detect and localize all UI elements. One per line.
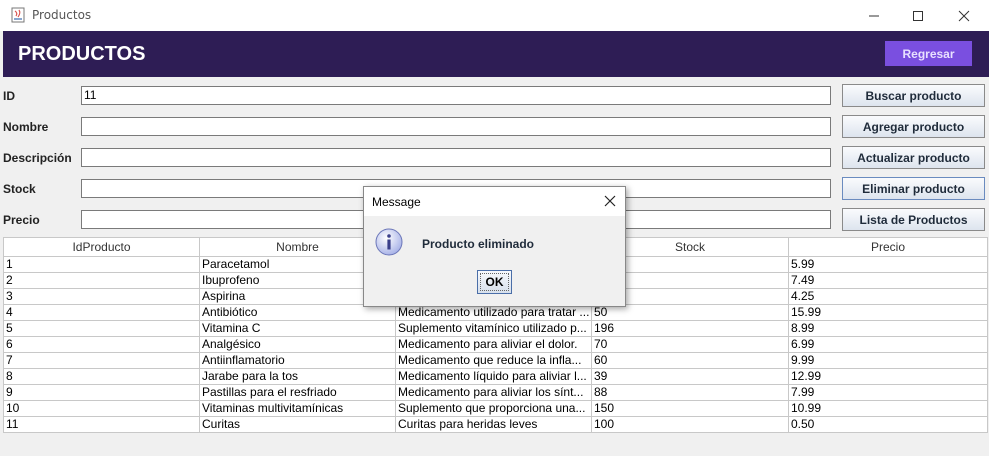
table-row[interactable]: 11 Curitas Curitas para heridas leves 100 0.… (3, 416, 988, 433)
cell-descripcion: Medicamento líquido para aliviar l... (395, 368, 592, 385)
nombre-label: Nombre (3, 120, 49, 134)
maximize-button[interactable] (895, 0, 941, 31)
header-bar: PRODUCTOS Regresar (3, 31, 989, 77)
actualizar-producto-button[interactable]: Actualizar producto (842, 146, 985, 169)
window-titlebar: Productos (0, 0, 989, 31)
cell-nombre: Vitaminas multivitamínicas (199, 400, 396, 417)
cell-id: 10 (3, 400, 200, 417)
stock-label: Stock (3, 182, 36, 196)
back-button[interactable]: Regresar (885, 41, 972, 66)
page-title: PRODUCTOS (18, 43, 146, 65)
cell-id: 2 (3, 272, 200, 289)
cell-stock: 100 (591, 416, 789, 433)
precio-label: Precio (3, 213, 40, 227)
cell-stock: 70 (591, 336, 789, 353)
cell-descripcion: Medicamento para aliviar el dolor. (395, 336, 592, 353)
nombre-field[interactable] (81, 117, 831, 136)
cell-nombre: Antiinflamatorio (199, 352, 396, 369)
table-row[interactable]: 10 Vitaminas multivitamínicas Suplemento q… (3, 400, 988, 417)
dialog-close-button[interactable] (601, 192, 619, 210)
dialog-title: Message (372, 195, 421, 209)
cell-id: 4 (3, 304, 200, 321)
cell-stock: 196 (591, 320, 789, 337)
lista-productos-button[interactable]: Lista de Productos (842, 208, 985, 231)
cell-stock: 60 (591, 352, 789, 369)
cell-precio: 8.99 (788, 320, 988, 337)
cell-id: 6 (3, 336, 200, 353)
window-title: Productos (32, 8, 92, 22)
cell-stock: 39 (591, 368, 789, 385)
minimize-icon (869, 15, 879, 16)
column-header-idproducto[interactable]: IdProducto (3, 237, 200, 257)
table-row[interactable]: 7 Antiinflamatorio Medicamento que reduce … (3, 352, 988, 369)
cell-precio: 9.99 (788, 352, 988, 369)
table-row[interactable]: 8 Jarabe para la tos Medicamento líquido p… (3, 368, 988, 385)
id-field[interactable]: 11 (81, 86, 831, 105)
column-header-precio[interactable]: Precio (788, 237, 988, 257)
cell-id: 5 (3, 320, 200, 337)
cell-id: 11 (3, 416, 200, 433)
cell-id: 3 (3, 288, 200, 305)
cell-precio: 5.99 (788, 256, 988, 273)
maximize-icon (913, 10, 923, 21)
cell-precio: 15.99 (788, 304, 988, 321)
dialog-message: Producto eliminado (422, 237, 535, 251)
cell-descripcion: Suplemento vitamínico utilizado p... (395, 320, 592, 337)
cell-stock: 150 (591, 400, 789, 417)
minimize-button[interactable] (851, 0, 897, 31)
close-button[interactable] (941, 0, 987, 31)
table-row[interactable]: 6 Analgésico Medicamento para aliviar el d… (3, 336, 988, 353)
cell-precio: 6.99 (788, 336, 988, 353)
cell-nombre: Analgésico (199, 336, 396, 353)
information-icon (375, 228, 403, 256)
cell-id: 8 (3, 368, 200, 385)
cell-descripcion: Medicamento para aliviar los sínt... (395, 384, 592, 401)
cell-id: 9 (3, 384, 200, 401)
cell-nombre: Pastillas para el resfriado (199, 384, 396, 401)
java-app-icon (11, 7, 25, 23)
buscar-producto-button[interactable]: Buscar producto (842, 84, 985, 107)
cell-precio: 4.25 (788, 288, 988, 305)
cell-nombre: Curitas (199, 416, 396, 433)
table-row[interactable]: 9 Pastillas para el resfriado Medicamento … (3, 384, 988, 401)
table-row[interactable]: 5 Vitamina C Suplemento vitamínico utiliza… (3, 320, 988, 337)
ok-button[interactable]: OK (477, 270, 512, 294)
cell-descripcion: Medicamento que reduce la infla... (395, 352, 592, 369)
cell-stock: 88 (591, 384, 789, 401)
cell-precio: 0.50 (788, 416, 988, 433)
cell-id: 7 (3, 352, 200, 369)
cell-precio: 7.49 (788, 272, 988, 289)
cell-nombre: Vitamina C (199, 320, 396, 337)
cell-id: 1 (3, 256, 200, 273)
cell-precio: 10.99 (788, 400, 988, 417)
message-dialog: Message Producto eliminado OK (363, 186, 626, 307)
cell-precio: 7.99 (788, 384, 988, 401)
cell-precio: 12.99 (788, 368, 988, 385)
eliminar-producto-button[interactable]: Eliminar producto (842, 177, 985, 200)
id-label: ID (3, 89, 15, 103)
dialog-titlebar: Message (364, 187, 625, 216)
cell-nombre: Jarabe para la tos (199, 368, 396, 385)
close-icon (604, 195, 616, 207)
descripcion-label: Descripción (3, 151, 72, 165)
close-icon (958, 10, 970, 21)
cell-descripcion: Curitas para heridas leves (395, 416, 592, 433)
agregar-producto-button[interactable]: Agregar producto (842, 115, 985, 138)
cell-descripcion: Suplemento que proporciona una... (395, 400, 592, 417)
descripcion-field[interactable] (81, 148, 831, 167)
